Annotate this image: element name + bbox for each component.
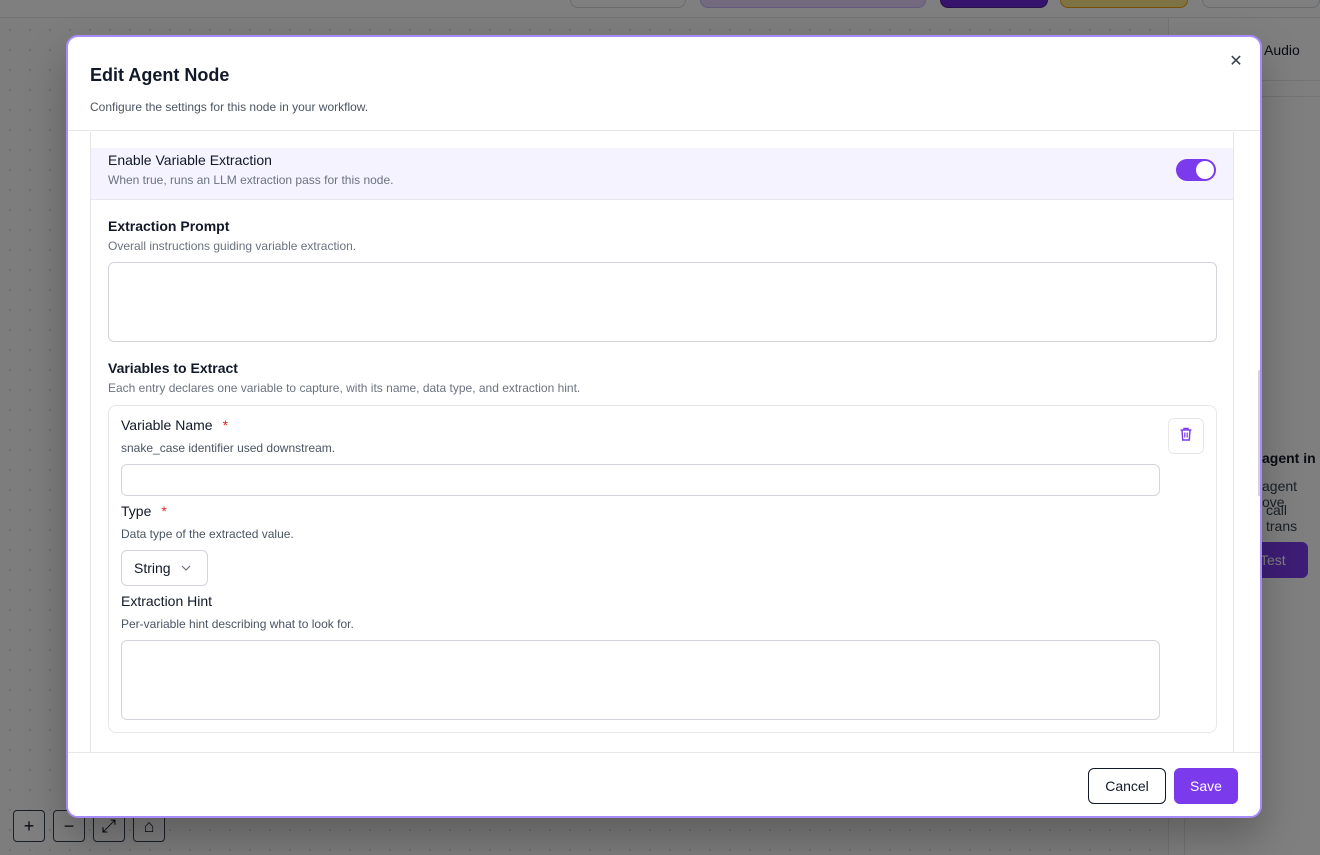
type-label-text: Type: [121, 503, 152, 519]
enable-extraction-toggle[interactable]: [1176, 159, 1216, 181]
extraction-hint-textarea[interactable]: [121, 640, 1160, 720]
cancel-button[interactable]: Cancel: [1088, 768, 1166, 804]
extraction-hint-label: Extraction Hint: [121, 593, 213, 609]
close-button[interactable]: ✕: [1226, 51, 1246, 71]
variable-extraction-section: Enable Variable Extraction When true, ru…: [90, 132, 1234, 752]
extraction-hint-help: Per-variable hint describing what to loo…: [121, 617, 354, 631]
enable-variable-extraction-row: Enable Variable Extraction When true, ru…: [91, 148, 1233, 200]
scrollbar-thumb[interactable]: [1258, 370, 1260, 496]
type-select-value: String: [134, 560, 171, 576]
save-button[interactable]: Save: [1174, 768, 1238, 804]
variable-entry-card: Variable Name * snake_case identifier use…: [108, 405, 1217, 733]
variable-name-help: snake_case identifier used downstream.: [121, 441, 336, 455]
extraction-prompt-label: Extraction Prompt: [108, 218, 230, 234]
dialog-description: Configure the settings for this node in …: [90, 100, 369, 114]
trash-icon: [1178, 426, 1194, 447]
type-select[interactable]: String: [121, 550, 208, 586]
type-help: Data type of the extracted value.: [121, 527, 294, 541]
variable-name-input[interactable]: [121, 464, 1160, 496]
toggle-help: When true, runs an LLM extraction pass f…: [108, 173, 394, 187]
extraction-prompt-textarea[interactable]: [108, 262, 1217, 342]
dialog-header: Edit Agent Node Configure the settings f…: [68, 37, 1260, 131]
dialog-footer: Cancel Save: [68, 752, 1260, 816]
required-asterisk: *: [222, 417, 229, 433]
dialog-title: Edit Agent Node: [90, 65, 230, 85]
toggle-knob: [1196, 161, 1214, 179]
required-asterisk: *: [161, 503, 167, 519]
close-icon: ✕: [1229, 53, 1243, 70]
edit-agent-node-dialog: Edit Agent Node Configure the settings f…: [66, 35, 1262, 818]
variable-name-label: Variable Name *: [121, 417, 228, 433]
variable-name-label-text: Variable Name: [121, 417, 213, 433]
type-label: Type *: [121, 503, 167, 519]
chevron-down-icon: [181, 562, 191, 574]
variables-to-extract-help: Each entry declares one variable to capt…: [108, 381, 581, 395]
dialog-body[interactable]: Enable Variable Extraction When true, ru…: [68, 132, 1260, 752]
toggle-label: Enable Variable Extraction: [108, 152, 272, 168]
delete-variable-button[interactable]: [1168, 418, 1204, 454]
extraction-prompt-help: Overall instructions guiding variable ex…: [108, 239, 357, 253]
variables-to-extract-label: Variables to Extract: [108, 360, 238, 376]
